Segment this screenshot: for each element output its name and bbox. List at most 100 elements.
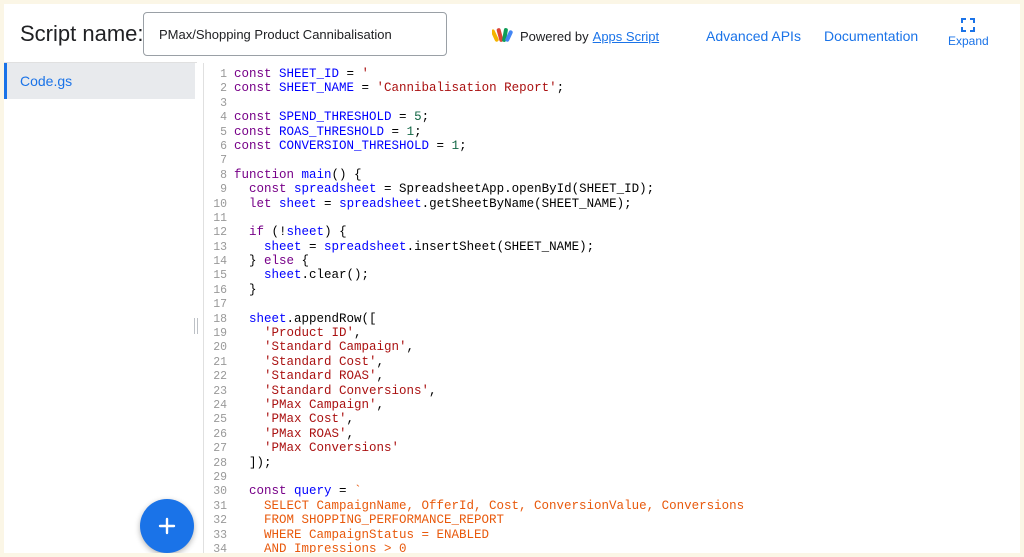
code-line: 10 let sheet = spreadsheet.getSheetByNam… bbox=[204, 197, 1020, 211]
line-number: 26 bbox=[213, 427, 227, 441]
line-number: 27 bbox=[213, 442, 227, 456]
code-token: .appendRow([ bbox=[286, 311, 377, 326]
code-text: 'Standard Conversions', bbox=[234, 384, 437, 398]
code-token: FROM SHOPPING_PERFORMANCE_REPORT bbox=[234, 513, 505, 528]
code-text: sheet.appendRow([ bbox=[234, 312, 377, 326]
code-editor[interactable]: 1 const SHEET_ID = ' 2 const SHEET_NAME = '… bbox=[203, 63, 1020, 553]
code-token: sheet bbox=[279, 196, 317, 211]
code-text: 'Standard Cost', bbox=[234, 355, 384, 369]
pane-resize-handle[interactable] bbox=[193, 318, 199, 334]
line-number: 24 bbox=[213, 398, 227, 412]
code-token: .insertSheet(SHEET_NAME); bbox=[406, 239, 595, 254]
code-token: (! bbox=[264, 225, 287, 240]
code-token: ROAS_THRESHOLD bbox=[279, 124, 385, 139]
code-line: 24 'PMax Campaign', bbox=[204, 398, 1020, 412]
code-token: SELECT CampaignName, OfferId, Cost, Conv… bbox=[234, 498, 745, 513]
apps-script-link[interactable]: Apps Script bbox=[593, 29, 659, 44]
line-number: 31 bbox=[213, 499, 227, 513]
code-text: 'PMax Conversions' bbox=[234, 441, 399, 455]
code-token: 'PMax Campaign' bbox=[264, 397, 377, 412]
line-number: 22 bbox=[213, 370, 227, 384]
code-token: SHEET_ID bbox=[279, 67, 340, 81]
line-number: 10 bbox=[213, 197, 227, 211]
code-token: sheet bbox=[264, 239, 302, 254]
code-token: 'Product ID' bbox=[264, 326, 355, 341]
code-line: 25 'PMax Cost', bbox=[204, 412, 1020, 426]
code-text: 'PMax Cost', bbox=[234, 412, 354, 426]
code-line: 5 const ROAS_THRESHOLD = 1; bbox=[204, 125, 1020, 139]
code-token: SHEET_NAME bbox=[279, 81, 355, 96]
code-token: ; bbox=[556, 81, 565, 96]
line-number: 32 bbox=[213, 514, 227, 528]
line-number: 16 bbox=[213, 283, 227, 297]
plus-icon bbox=[158, 517, 176, 535]
code-token: = bbox=[384, 124, 407, 139]
code-text: const CONVERSION_THRESHOLD = 1; bbox=[234, 139, 467, 153]
code-text: const ROAS_THRESHOLD = 1; bbox=[234, 125, 422, 139]
code-text: 'Standard Campaign', bbox=[234, 340, 414, 354]
line-number: 34 bbox=[213, 542, 227, 553]
line-number: 7 bbox=[220, 154, 227, 168]
code-token: spreadsheet bbox=[324, 239, 407, 254]
code-text: 'PMax ROAS', bbox=[234, 427, 354, 441]
code-token: , bbox=[346, 426, 355, 441]
file-item-code-gs[interactable]: Code.gs bbox=[4, 63, 195, 99]
line-number: 21 bbox=[213, 355, 227, 369]
code-line: 15 sheet.clear(); bbox=[204, 268, 1020, 282]
code-token: sheet bbox=[264, 268, 302, 283]
code-line: 7 bbox=[204, 153, 1020, 167]
code-text: const SHEET_NAME = 'Cannibalisation Repo… bbox=[234, 81, 564, 95]
add-button[interactable] bbox=[140, 499, 194, 553]
code-token: function bbox=[234, 167, 302, 182]
line-number: 5 bbox=[220, 125, 227, 139]
documentation-link[interactable]: Documentation bbox=[824, 28, 918, 44]
code-token: sheet bbox=[249, 311, 287, 326]
code-text: } else { bbox=[234, 254, 309, 268]
code-token: = SpreadsheetApp.openById(SHEET_ID); bbox=[376, 182, 655, 197]
line-number: 23 bbox=[213, 384, 227, 398]
line-number: 17 bbox=[213, 298, 227, 312]
header: Script name: Powered by Apps Script Adva… bbox=[4, 4, 1020, 62]
code-text: if (!sheet) { bbox=[234, 225, 347, 239]
code-line: 27 'PMax Conversions' bbox=[204, 441, 1020, 455]
code-token: 'PMax ROAS' bbox=[264, 426, 347, 441]
code-token: ; bbox=[414, 124, 422, 139]
powered-by: Powered by Apps Script bbox=[492, 26, 659, 46]
code-token: ; bbox=[459, 138, 467, 153]
code-token: 'PMax Conversions' bbox=[264, 441, 400, 456]
code-token: , bbox=[346, 412, 355, 427]
code-line: 34 AND Impressions > 0 bbox=[204, 542, 1020, 553]
code-line: 16 } bbox=[204, 283, 1020, 297]
code-line: 9 const spreadsheet = SpreadsheetApp.ope… bbox=[204, 182, 1020, 196]
line-number: 15 bbox=[213, 269, 227, 283]
line-number: 14 bbox=[213, 255, 227, 269]
code-token: const bbox=[234, 81, 280, 96]
line-number: 1 bbox=[220, 68, 227, 81]
expand-icon bbox=[961, 18, 975, 32]
code-token: , bbox=[429, 383, 437, 398]
code-token: ' bbox=[361, 67, 370, 81]
code-token: const bbox=[234, 138, 280, 153]
code-text: const spreadsheet = SpreadsheetApp.openB… bbox=[234, 182, 654, 196]
code-text: WHERE CampaignStatus = ENABLED bbox=[234, 528, 489, 542]
code-token: const bbox=[234, 124, 280, 139]
expand-button[interactable]: Expand bbox=[948, 18, 989, 48]
code-text: AND Impressions > 0 bbox=[234, 542, 407, 553]
code-token: 'Cannibalisation Report' bbox=[376, 81, 557, 96]
code-token: , bbox=[354, 326, 362, 341]
code-token: 1 bbox=[451, 138, 460, 153]
advanced-apis-link[interactable]: Advanced APIs bbox=[706, 28, 801, 44]
code-line: 21 'Standard Cost', bbox=[204, 355, 1020, 369]
code-text: function main() { bbox=[234, 168, 362, 182]
code-token: () { bbox=[331, 167, 362, 182]
script-name-input[interactable] bbox=[143, 12, 447, 56]
